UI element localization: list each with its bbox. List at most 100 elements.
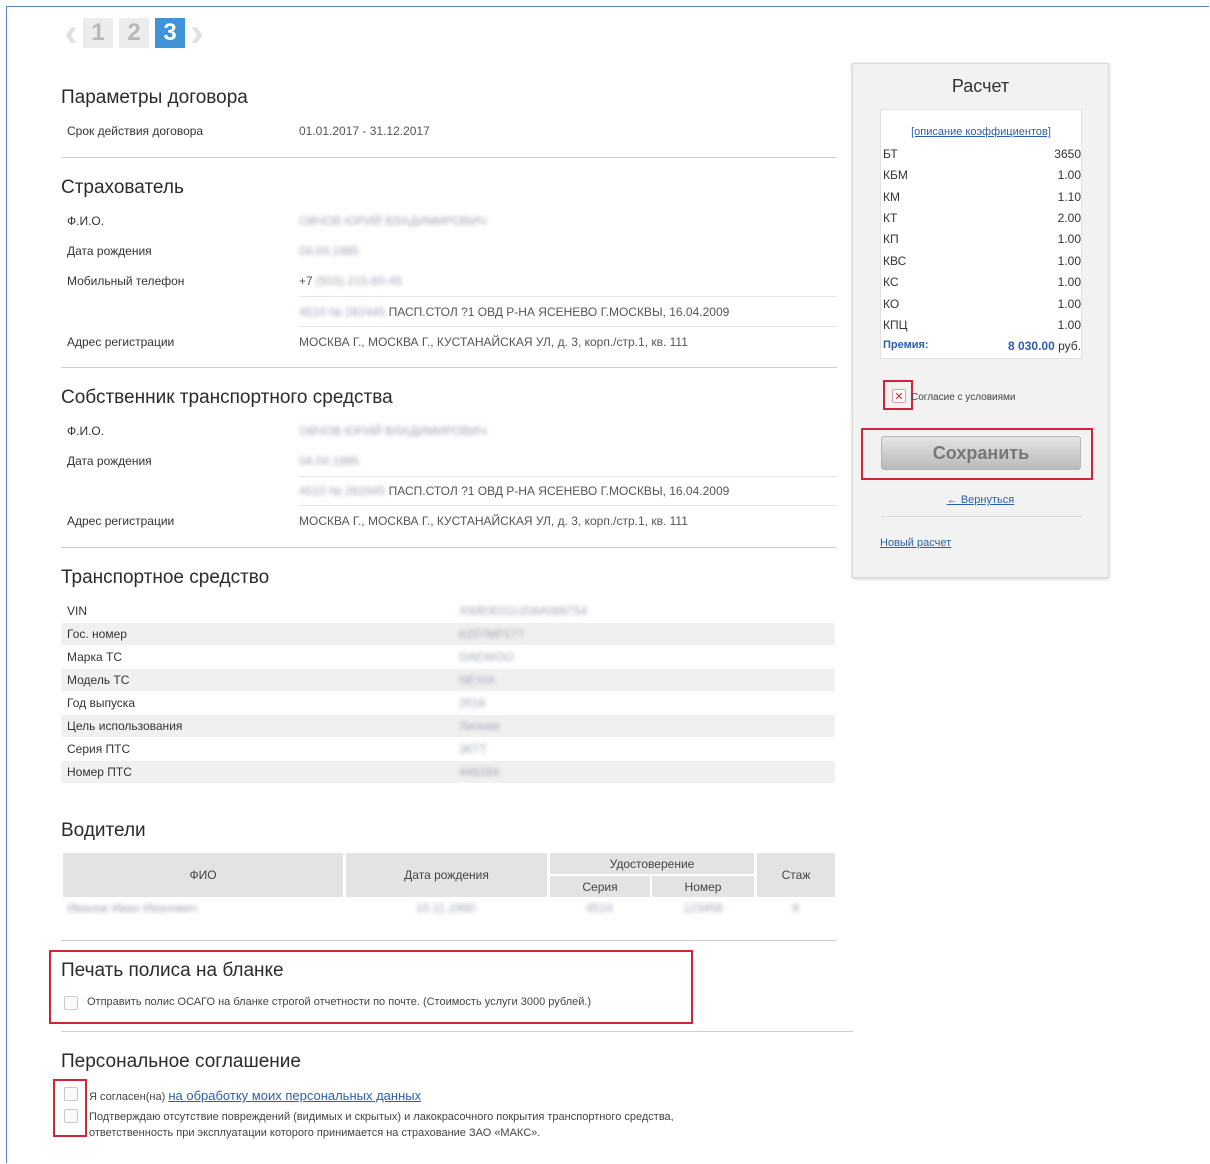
owner-address-value: МОСКВА Г., МОСКВА Г., КУСТАНАЙСКАЯ УЛ, д… (299, 514, 688, 528)
phone-prefix: +7 (299, 274, 313, 288)
contract-title: Параметры договора (61, 87, 248, 108)
driver-experience: 9 (792, 901, 799, 915)
vehicle-label: Цель использования (67, 719, 183, 733)
vehicle-value: DAEWOO (459, 650, 514, 664)
coef-value: 2.00 (1057, 211, 1081, 225)
vehicle-value: NEXIA (459, 673, 496, 687)
insurer-fio-value: ОВЧОВ ЮРИЙ ВЛАДИМИРОВИЧ (299, 214, 487, 228)
coef-name: КС (883, 275, 899, 289)
vehicle-row: Марка ТС DAEWOO (61, 646, 835, 668)
vehicle-row: Серия ПТС 36ТТ (61, 738, 835, 760)
step-next-icon[interactable]: › (188, 13, 206, 53)
insurer-address-label: Адрес регистрации (67, 335, 175, 349)
back-link-wrap: ← Вернуться (853, 490, 1108, 508)
vehicle-row: Номер ПТС 446284 (61, 761, 835, 783)
calc-title: Расчет (951, 76, 1010, 96)
insurer-birth-label: Дата рождения (67, 244, 152, 258)
vehicle-label: VIN (67, 604, 88, 618)
print-checkbox[interactable] (64, 996, 78, 1010)
divider (299, 326, 837, 327)
drivers-header-series: Серия (550, 876, 650, 897)
term-value: 01.01.2017 - 31.12.2017 (299, 124, 430, 138)
vehicle-label: Марка ТС (67, 650, 122, 664)
passport-masked: 4510 № 282445 (299, 484, 386, 498)
coef-value: 1.00 (1057, 232, 1081, 246)
drivers-header-fio: ФИО (63, 853, 343, 897)
confirm-checkbox[interactable] (64, 1109, 78, 1123)
premium-currency: руб. (1058, 339, 1081, 353)
new-calc-link[interactable]: Новый расчет (880, 537, 951, 549)
agree-label: Согласие с условиями (911, 392, 1016, 403)
table-row: Иванов Иван Иванович 10.11.1980 4514 123… (61, 901, 836, 919)
driver-series: 4514 (586, 901, 613, 915)
confirm-line-2: ответственность при эксплуатации которог… (89, 1127, 541, 1139)
premium-label: Премия: (883, 339, 929, 351)
insurer-phone-value: +7 (915) 215-60-45 (299, 274, 402, 288)
insurer-title: Страхователь (61, 177, 184, 198)
vehicle-row: Модель ТС NEXIA (61, 669, 835, 691)
owner-title: Собственник транспортного средства (61, 387, 393, 408)
agree-checkbox[interactable]: ✕ (892, 389, 906, 403)
coef-name: КВС (883, 254, 907, 268)
coef-name: БТ (883, 147, 898, 161)
vehicle-row: Год выпуска 2016 (61, 692, 835, 714)
step-3[interactable]: 3 (155, 18, 185, 48)
coef-name: КП (883, 232, 899, 246)
passport-issuer: ПАСП.СТОЛ ?1 ОВД Р-НА ЯСЕНЕВО Г.МОСКВЫ, … (388, 305, 730, 319)
coefficients-box: [описание коэффициентов] БТ 3650 КБМ 1.00 … (880, 109, 1082, 359)
divider (299, 296, 837, 297)
divider (61, 1031, 853, 1032)
step-1[interactable]: 1 (83, 18, 113, 48)
insurer-passport-value: 4510 № 282445 ПАСП.СТОЛ ?1 ОВД Р-НА ЯСЕН… (299, 305, 729, 319)
save-button[interactable]: Сохранить (881, 436, 1081, 470)
owner-birth-value: 04.04.1985 (299, 454, 360, 468)
vehicle-value: 446284 (459, 765, 500, 779)
vehicle-value: XWB3D31UD8A089754 (459, 604, 588, 618)
agreement-title: Персональное соглашение (61, 1051, 301, 1072)
step-prev-icon[interactable]: ‹ (62, 13, 80, 53)
drivers-title: Водители (61, 820, 146, 841)
insurer-fio-label: Ф.И.О. (67, 214, 105, 228)
step-2[interactable]: 2 (119, 18, 149, 48)
coef-value: 1.00 (1057, 275, 1081, 289)
coef-value: 1.00 (1057, 168, 1081, 182)
drivers-header-birth: Дата рождения (346, 853, 547, 897)
drivers-header-experience: Стаж (757, 853, 835, 897)
personal-data-link[interactable]: на обработку моих персональных данных (168, 1088, 421, 1103)
drivers-header-license: Удостоверение (550, 853, 754, 874)
passport-masked: 4510 № 282445 (299, 305, 386, 319)
coef-name: КБМ (883, 168, 908, 182)
divider (61, 367, 837, 368)
vehicle-label: Год выпуска (67, 696, 135, 710)
coef-value: 3650 (1054, 147, 1081, 161)
vehicle-value: 2016 (459, 696, 486, 710)
divider (61, 157, 837, 158)
vehicle-title: Транспортное средство (61, 567, 270, 588)
vehicle-label: Гос. номер (67, 627, 127, 641)
vehicle-label: Номер ПТС (67, 765, 132, 779)
calc-panel: Расчет [описание коэффициентов] БТ 3650 К… (852, 63, 1109, 578)
phone-number: (915) 215-60-45 (316, 274, 403, 288)
drivers-header-number: Номер (652, 876, 754, 897)
back-link[interactable]: ← Вернуться (947, 494, 1014, 506)
driver-fio: Иванов Иван Иванович (67, 901, 198, 915)
owner-fio-value: ОВЧОВ ЮРИЙ ВЛАДИМИРОВИЧ (299, 424, 487, 438)
driver-number: 123456 (683, 901, 724, 915)
vehicle-label: Модель ТС (67, 673, 130, 687)
consent-checkbox[interactable] (64, 1087, 78, 1101)
insurer-phone-label: Мобильный телефон (67, 274, 185, 288)
owner-passport-value: 4510 № 282445 ПАСП.СТОЛ ?1 ОВД Р-НА ЯСЕН… (299, 484, 729, 498)
divider (299, 476, 837, 477)
vehicle-value: К207МР177 (459, 627, 525, 641)
term-label: Срок действия договора (67, 124, 204, 138)
divider (61, 547, 837, 548)
vehicle-value: Личная (459, 719, 500, 733)
consent-prefix: Я согласен(на) (89, 1091, 166, 1103)
print-checkbox-label: Отправить полис ОСАГО на бланке строгой … (87, 996, 592, 1008)
owner-birth-label: Дата рождения (67, 454, 152, 468)
new-calc-wrap: Новый расчет (880, 533, 951, 551)
coef-name: КТ (883, 211, 898, 225)
print-title: Печать полиса на бланке (61, 960, 284, 981)
coef-description-link[interactable]: [описание коэффициентов] (881, 126, 1081, 138)
coef-value: 1.10 (1057, 190, 1081, 204)
